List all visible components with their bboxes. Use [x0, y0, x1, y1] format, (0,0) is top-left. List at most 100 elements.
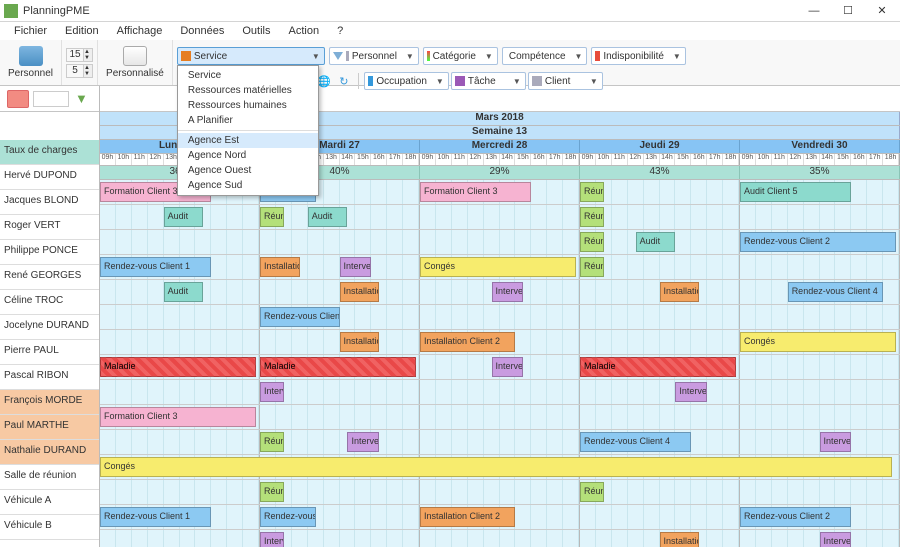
- day-cell[interactable]: [740, 305, 900, 329]
- event[interactable]: Interventi: [820, 432, 852, 452]
- event[interactable]: Audit: [164, 207, 204, 227]
- day-cell[interactable]: Réunion Interventi: [260, 430, 420, 454]
- day-cell[interactable]: Installation: [580, 530, 740, 547]
- day-cell[interactable]: Interven Client 1: [260, 530, 420, 547]
- day-cell[interactable]: Congés: [740, 330, 900, 354]
- day-cell[interactable]: Interventi: [580, 380, 740, 404]
- menu-affichage[interactable]: Affichage: [109, 23, 171, 39]
- day-cell[interactable]: Formation Client 3: [420, 180, 580, 204]
- day-cell[interactable]: [260, 405, 420, 429]
- event[interactable]: Interventi: [492, 282, 524, 302]
- event[interactable]: Audit: [164, 282, 204, 302]
- day-cell[interactable]: Audit: [100, 280, 260, 304]
- menu-outils[interactable]: Outils: [234, 23, 278, 39]
- day-cell[interactable]: [740, 380, 900, 404]
- day-cell[interactable]: [740, 355, 900, 379]
- resource-label[interactable]: Roger VERT: [0, 215, 99, 240]
- day-cell[interactable]: Audit: [100, 205, 260, 229]
- event[interactable]: Audit Client 5: [740, 182, 851, 202]
- menu-edition[interactable]: Edition: [57, 23, 107, 39]
- event[interactable]: Installation: [260, 257, 300, 277]
- day-cell[interactable]: [740, 480, 900, 504]
- dropdown-client[interactable]: Client▼: [528, 72, 603, 90]
- day-cell[interactable]: [100, 330, 260, 354]
- day-cell[interactable]: Réunion: [260, 480, 420, 504]
- day-cell[interactable]: Congés: [420, 255, 580, 279]
- day-cell[interactable]: Rendez-vous Client 4: [740, 280, 900, 304]
- day-cell[interactable]: Maladie: [580, 355, 740, 379]
- menu-données[interactable]: Données: [172, 23, 232, 39]
- resource-label[interactable]: Hervé DUPOND: [0, 165, 99, 190]
- event[interactable]: Rendez-vous Client 2: [740, 232, 896, 252]
- service-option[interactable]: Agence Nord: [178, 148, 318, 163]
- minimize-button[interactable]: —: [800, 2, 828, 20]
- day-cell[interactable]: Réunion: [580, 480, 740, 504]
- event[interactable]: Installation Client 2: [420, 507, 515, 527]
- calendar-picker-icon[interactable]: [7, 90, 29, 108]
- day-cell[interactable]: Installation Client 2: [420, 330, 580, 354]
- resource-label[interactable]: Philippe PONCE: [0, 240, 99, 265]
- day-cell[interactable]: [420, 230, 580, 254]
- dropdown-tache[interactable]: Tâche▼: [451, 72, 526, 90]
- day-cell[interactable]: [420, 305, 580, 329]
- day-cell[interactable]: Interventi: [420, 280, 580, 304]
- day-cell[interactable]: Congés: [100, 455, 260, 479]
- event[interactable]: Installation: [660, 532, 700, 547]
- day-cell[interactable]: [260, 230, 420, 254]
- dropdown-indispo[interactable]: Indisponibilité▼: [591, 47, 686, 65]
- event[interactable]: Audit: [308, 207, 348, 227]
- day-cell[interactable]: [740, 205, 900, 229]
- resource-label[interactable]: Pierre PAUL: [0, 340, 99, 365]
- service-option[interactable]: A Planifier: [178, 113, 318, 128]
- event[interactable]: Réunion: [580, 482, 604, 502]
- day-cell[interactable]: Audit Client 5: [740, 180, 900, 204]
- menu-?[interactable]: ?: [329, 23, 351, 39]
- day-cell[interactable]: Interventi: [740, 530, 900, 547]
- day-cell[interactable]: Formation Client 3: [100, 405, 260, 429]
- dropdown-categorie[interactable]: Catégorie▼: [423, 47, 498, 65]
- event[interactable]: Maladie: [260, 357, 416, 377]
- day-cell[interactable]: [100, 430, 260, 454]
- day-cell[interactable]: Installation Client 2: [420, 505, 580, 529]
- resource-label[interactable]: Véhicule B: [0, 515, 99, 540]
- day-cell[interactable]: Installation: [260, 330, 420, 354]
- stepper-1[interactable]: 15▲▼: [66, 48, 93, 62]
- day-cell[interactable]: [100, 530, 260, 547]
- service-option[interactable]: Agence Sud: [178, 178, 318, 193]
- event[interactable]: Interven Client 1: [260, 382, 284, 402]
- day-cell[interactable]: [100, 305, 260, 329]
- service-option[interactable]: Agence Est: [178, 133, 318, 148]
- event[interactable]: Interventi: [347, 432, 379, 452]
- event[interactable]: Réunion: [580, 232, 604, 252]
- event[interactable]: Congés: [740, 332, 896, 352]
- stepper-2[interactable]: 5▲▼: [66, 64, 93, 78]
- event[interactable]: Rendez-vous Client 2: [740, 507, 851, 527]
- day-cell[interactable]: Réunion: [580, 205, 740, 229]
- event[interactable]: Audit: [636, 232, 676, 252]
- event[interactable]: Installation: [660, 282, 700, 302]
- dropdown-competence[interactable]: Compétence▼: [502, 47, 587, 65]
- event[interactable]: Réunion: [260, 482, 284, 502]
- day-cell[interactable]: [740, 255, 900, 279]
- close-button[interactable]: ✕: [868, 2, 896, 20]
- day-cell[interactable]: Rendez-vous Client 1: [100, 505, 260, 529]
- event[interactable]: Réunion: [260, 432, 284, 452]
- menu-fichier[interactable]: Fichier: [6, 23, 55, 39]
- day-cell[interactable]: [100, 380, 260, 404]
- event[interactable]: Rendez-vous Client 1: [100, 507, 211, 527]
- day-cell[interactable]: Installation: [580, 280, 740, 304]
- day-cell[interactable]: Installation: [260, 280, 420, 304]
- day-cell[interactable]: Interventi: [740, 430, 900, 454]
- resource-label[interactable]: Véhicule A: [0, 490, 99, 515]
- day-cell[interactable]: Rendez-vous Cl: [260, 505, 420, 529]
- event[interactable]: Rendez-vous Client 4: [788, 282, 883, 302]
- event[interactable]: Congés: [420, 257, 576, 277]
- day-cell[interactable]: [740, 405, 900, 429]
- event[interactable]: Réunion: [580, 207, 604, 227]
- day-cell[interactable]: Rendez-vous Client 4: [580, 430, 740, 454]
- day-cell[interactable]: Rendez-vous Client 2: [740, 505, 900, 529]
- day-cell[interactable]: [580, 305, 740, 329]
- day-cell[interactable]: Maladie: [260, 355, 420, 379]
- event[interactable]: Formation Client 3: [100, 407, 256, 427]
- resource-label[interactable]: Nathalie DURAND: [0, 440, 99, 465]
